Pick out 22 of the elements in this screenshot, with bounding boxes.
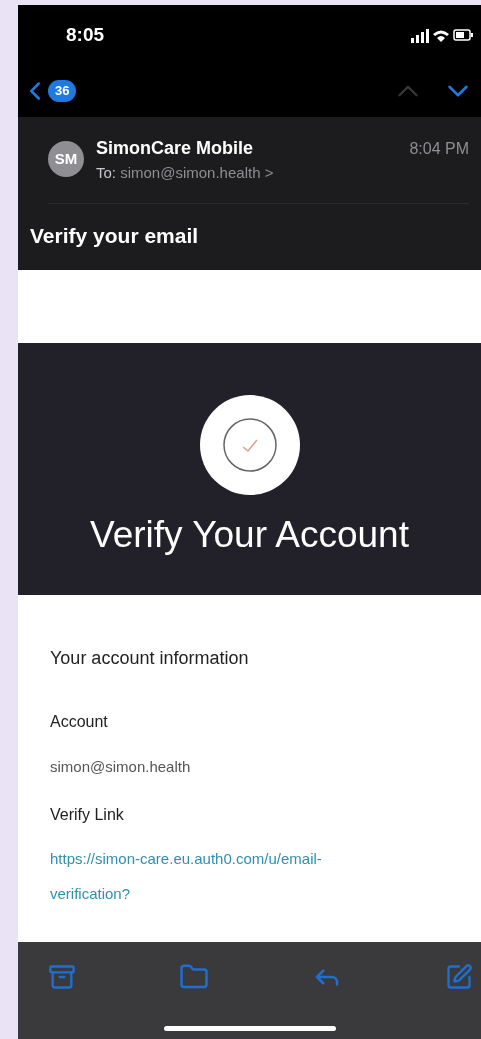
message-time: 8:04 PM	[409, 139, 469, 159]
check-circle-icon	[199, 395, 300, 495]
sender-avatar: SM	[48, 141, 84, 177]
compose-icon	[445, 963, 473, 991]
archive-icon	[48, 963, 76, 991]
email-subject: Verify your email	[30, 223, 200, 249]
recipient-line[interactable]: To: simon@simon.health >	[96, 162, 410, 185]
section-title: Your account information	[50, 647, 250, 670]
verify-link[interactable]: https://simon-care.eu.auth0.com/u/email-verification?	[50, 840, 360, 911]
wifi-icon	[433, 28, 449, 42]
battery-icon	[453, 29, 473, 41]
sender-name: SimonCare Mobile	[96, 137, 255, 160]
unread-count: 36	[48, 80, 77, 102]
status-time: 8:05	[66, 22, 105, 47]
signal-icon	[411, 27, 429, 43]
field-value: simon@simon.health	[50, 757, 192, 777]
compose-button[interactable]	[445, 963, 473, 991]
hero-title: Verify Your Account	[90, 513, 409, 557]
archive-button[interactable]	[48, 963, 76, 991]
field-label: Verify Link	[50, 804, 125, 825]
field-label: Account	[50, 712, 109, 732]
back-button[interactable]: 36	[20, 76, 77, 106]
